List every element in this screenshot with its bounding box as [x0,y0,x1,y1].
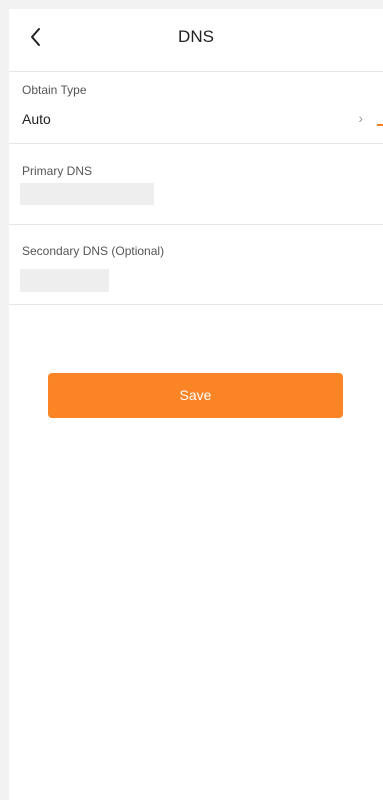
frame-left [0,0,9,800]
primary-dns-input[interactable] [20,183,154,205]
frame-top [0,0,383,9]
secondary-dns-label: Secondary DNS (Optional) [22,244,165,258]
header-bar: DNS [9,9,383,65]
primary-dns-label: Primary DNS [22,164,93,178]
row-divider [9,304,383,305]
obtain-type-value: Auto [22,111,51,127]
dns-screen: DNS Obtain Type Auto › Primary DNS Secon… [9,9,383,800]
primary-dns-row: Primary DNS [9,144,383,224]
chevron-right-icon: › [358,110,363,126]
secondary-dns-input[interactable] [20,269,109,292]
obtain-type-row[interactable]: Obtain Type Auto › [9,72,383,143]
obtain-type-label: Obtain Type [22,83,87,97]
accent-mark [377,124,383,126]
save-button[interactable]: Save [48,373,343,418]
page-title: DNS [178,27,214,46]
secondary-dns-row: Secondary DNS (Optional) [9,225,383,305]
